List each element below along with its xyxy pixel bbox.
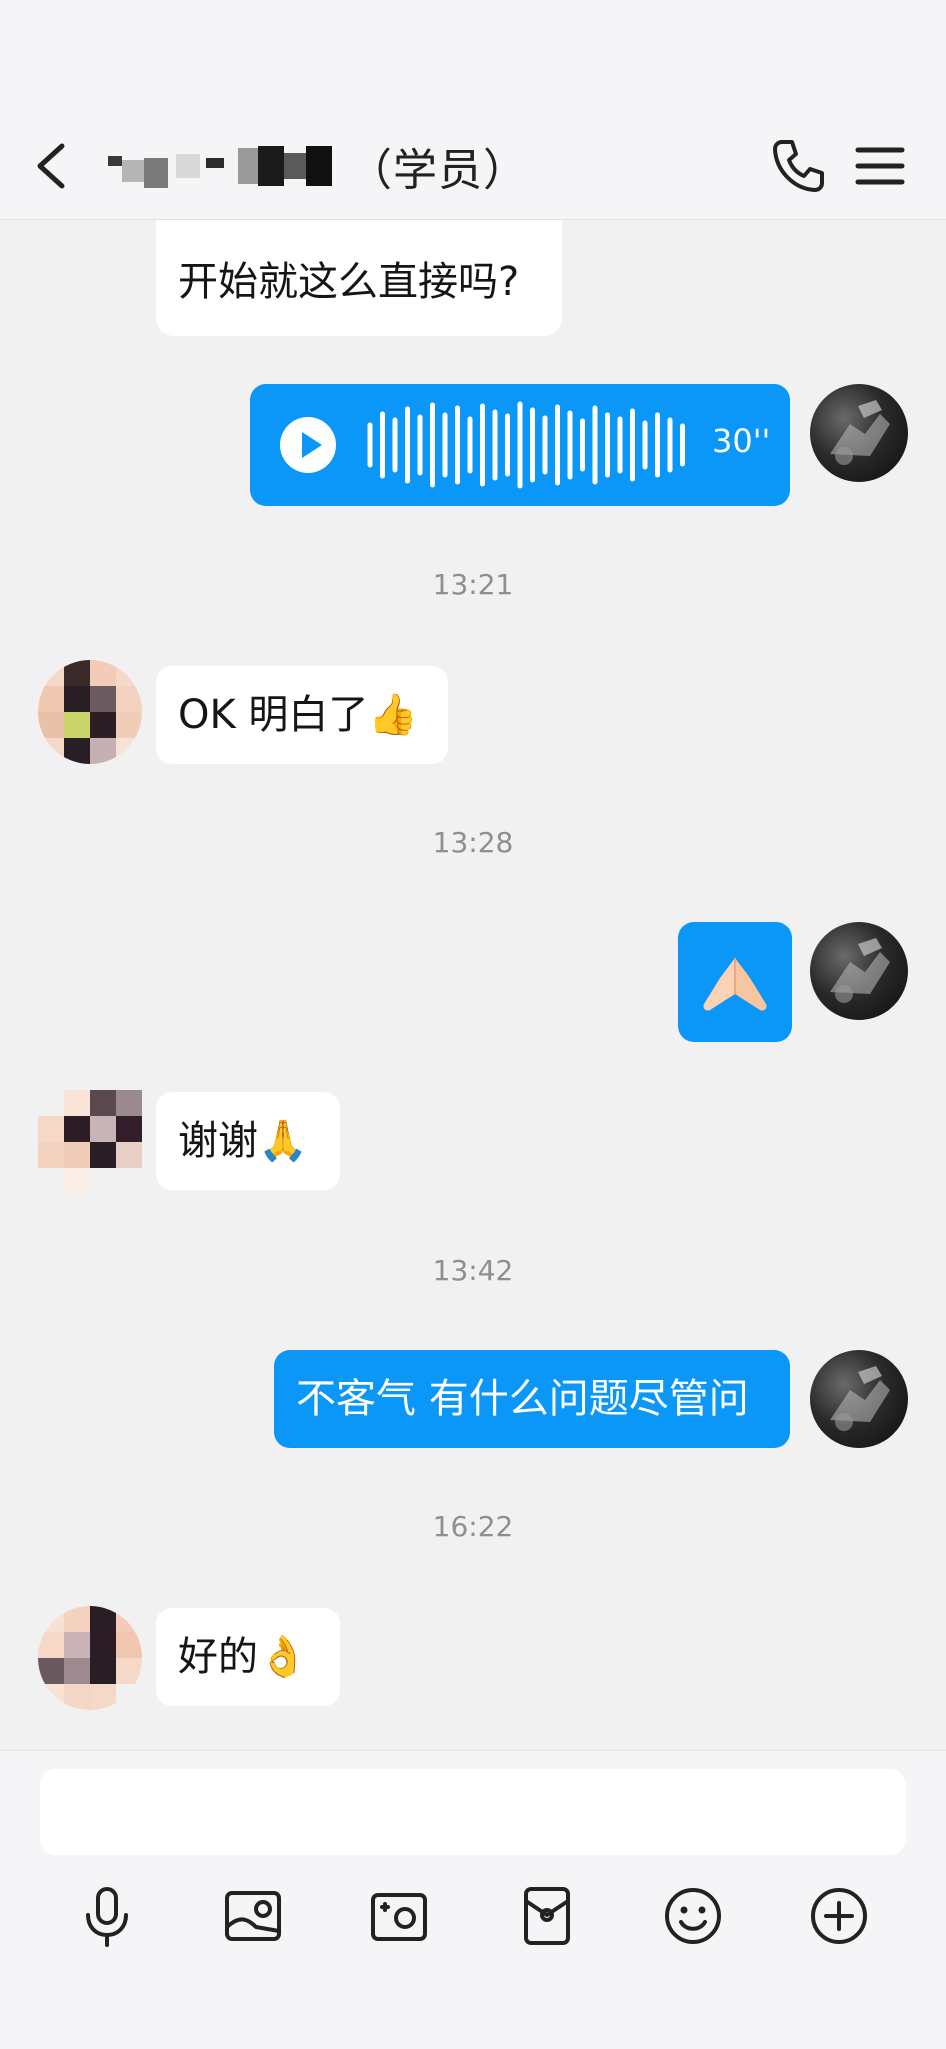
red-packet-icon	[524, 1887, 570, 1945]
message-bubble-incoming[interactable]: 开始就这么直接吗?	[156, 220, 562, 336]
photo-icon	[225, 1891, 281, 1941]
message-bubble-incoming[interactable]: 好的👌	[156, 1608, 340, 1706]
my-avatar[interactable]	[810, 922, 908, 1020]
voice-input-button[interactable]	[72, 1881, 142, 1951]
phone-icon	[773, 140, 824, 192]
chevron-left-icon	[37, 143, 65, 189]
camera-icon	[371, 1893, 427, 1941]
back-button[interactable]	[28, 134, 78, 198]
hamburger-menu-icon	[855, 147, 905, 185]
message-text: OK 明白了👍	[178, 692, 419, 738]
message-input[interactable]	[40, 1769, 906, 1855]
message-timestamp: 13:21	[432, 568, 514, 601]
contact-name-redacted	[108, 144, 332, 188]
composer	[0, 1750, 946, 2049]
photo-album-button[interactable]	[218, 1881, 288, 1951]
message-bubble-incoming[interactable]: OK 明白了👍	[156, 666, 448, 764]
my-avatar[interactable]	[810, 384, 908, 482]
contact-avatar[interactable]	[38, 660, 142, 764]
message-timestamp: 13:42	[432, 1254, 514, 1287]
message-text: 好的👌	[178, 1634, 308, 1680]
contact-avatar[interactable]	[38, 1606, 142, 1710]
contact-role-label: （学员）	[348, 145, 528, 196]
voice-call-button[interactable]	[768, 136, 828, 196]
emoji-message-bubble[interactable]	[678, 922, 792, 1042]
message-text: 不客气 有什么问题尽管问	[296, 1376, 749, 1422]
red-packet-button[interactable]	[512, 1881, 582, 1951]
my-avatar[interactable]	[810, 1350, 908, 1448]
praying-hands-emoji-icon	[703, 958, 767, 1011]
emoji-picker-button[interactable]	[658, 1881, 728, 1951]
camera-button[interactable]	[364, 1881, 434, 1951]
plus-icon	[811, 1888, 867, 1944]
message-bubble-outgoing[interactable]: 不客气 有什么问题尽管问	[274, 1350, 790, 1448]
more-actions-button[interactable]	[804, 1881, 874, 1951]
waveform-icon	[367, 401, 685, 489]
voice-message-bubble[interactable]: 30''	[250, 384, 790, 506]
emoji-icon	[665, 1888, 721, 1944]
message-bubble-incoming[interactable]: 谢谢🙏	[156, 1092, 340, 1190]
play-icon	[302, 432, 322, 458]
message-timestamp: 16:22	[432, 1510, 514, 1543]
message-list[interactable]: 开始就这么直接吗? 30'' 13:21 OK 明白了👍 13:28 谢谢🙏 1…	[0, 220, 946, 1750]
message-text: 开始就这么直接吗?	[178, 259, 520, 305]
voice-duration: 30''	[712, 422, 771, 460]
more-menu-button[interactable]	[852, 138, 908, 194]
chat-header: （学员）	[0, 0, 946, 220]
contact-avatar[interactable]	[38, 1090, 142, 1194]
message-timestamp: 13:28	[432, 826, 514, 859]
message-text: 谢谢🙏	[178, 1118, 308, 1164]
microphone-icon	[86, 1887, 128, 1947]
play-button[interactable]	[280, 417, 336, 473]
contact-title: （学员）	[108, 136, 528, 196]
